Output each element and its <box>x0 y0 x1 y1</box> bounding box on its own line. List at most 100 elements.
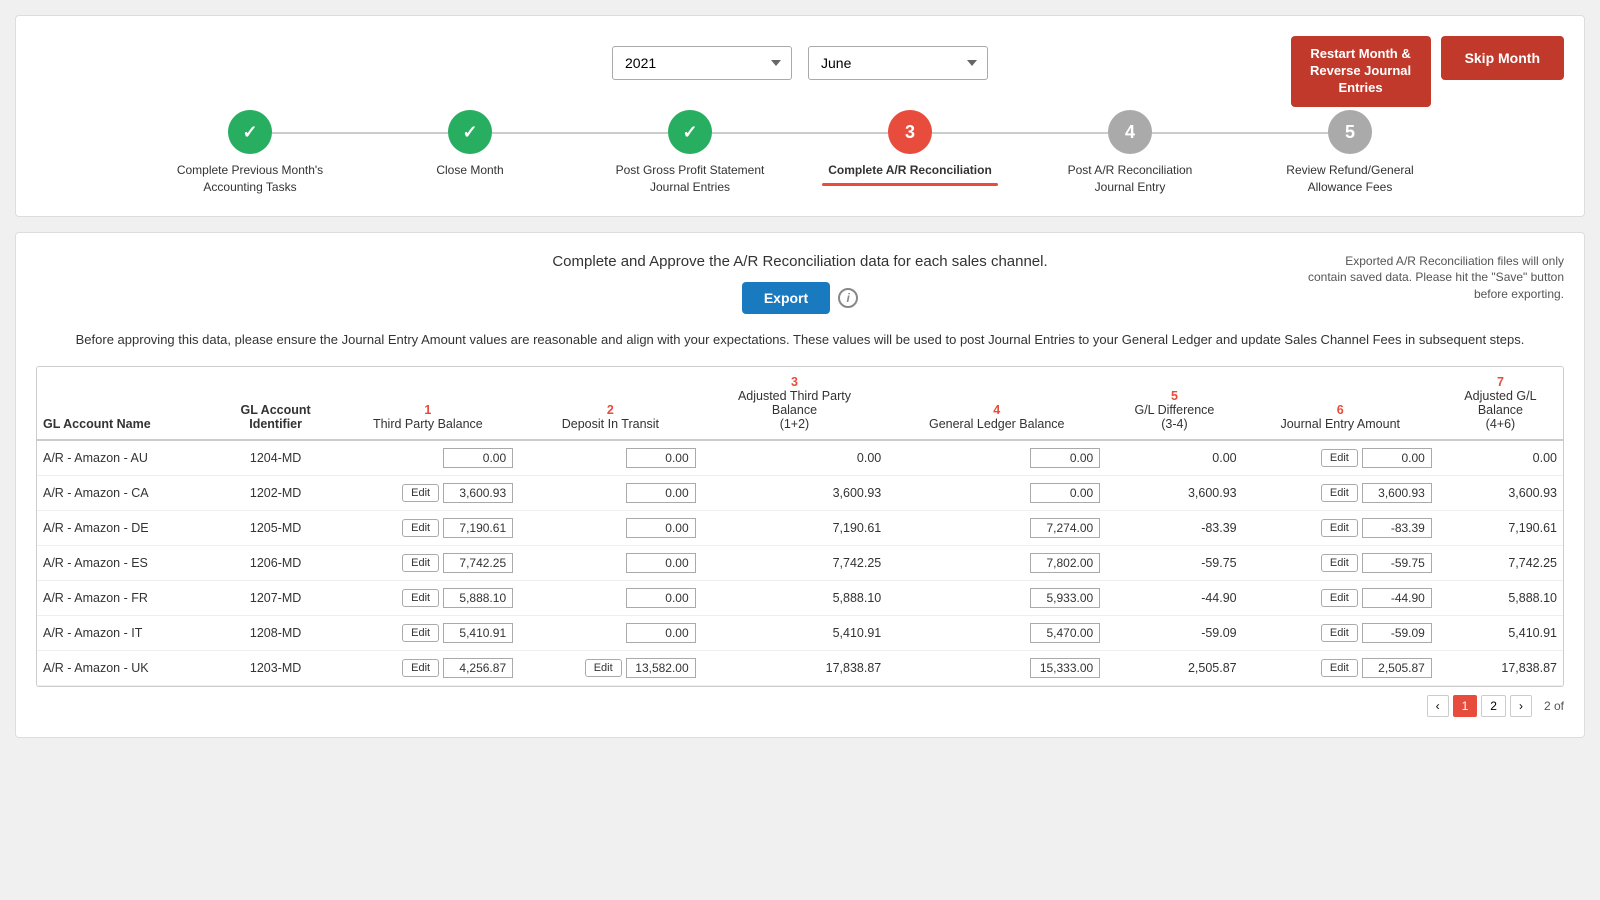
edit-journal-button[interactable]: Edit <box>1321 624 1358 642</box>
table-header-row: GL Account Name GL AccountIdentifier 1Th… <box>37 367 1563 440</box>
edit-third-party-button[interactable]: Edit <box>402 659 439 677</box>
cell-gl-account-id: 1204-MD <box>215 440 337 476</box>
cell-general-ledger-balance: 7,274.00 <box>887 511 1106 546</box>
third-party-value: 5,410.91 <box>443 623 513 643</box>
cell-adjusted-third-party: 7,190.61 <box>702 511 888 546</box>
outer-container: Restart Month & Reverse Journal Entries … <box>0 0 1600 753</box>
cell-general-ledger-balance: 5,933.00 <box>887 581 1106 616</box>
step-5-circle: 4 <box>1108 110 1152 154</box>
col-header-journal-entry: 6Journal Entry Amount <box>1243 367 1438 440</box>
edit-third-party-button[interactable]: Edit <box>402 624 439 642</box>
cell-adjusted-gl-balance: 0.00 <box>1438 440 1563 476</box>
cell-deposit-in-transit: 0.00 <box>519 616 702 651</box>
step-1-circle: ✓ <box>228 110 272 154</box>
edit-journal-button[interactable]: Edit <box>1321 519 1358 537</box>
cell-gl-account-id: 1207-MD <box>215 581 337 616</box>
edit-journal-button[interactable]: Edit <box>1321 554 1358 572</box>
main-description: Complete and Approve the A/R Reconciliat… <box>552 253 1047 270</box>
cell-general-ledger-balance: 0.00 <box>887 440 1106 476</box>
cell-gl-account-name: A/R - Amazon - ES <box>37 546 215 581</box>
month-select[interactable]: JanuaryFebruaryMarch AprilMay June JulyA… <box>808 46 988 80</box>
step-6-label: Review Refund/GeneralAllowance Fees <box>1286 162 1413 196</box>
third-party-value: 0.00 <box>443 448 513 468</box>
deposit-value: 0.00 <box>626 553 696 573</box>
cell-adjusted-gl-balance: 7,190.61 <box>1438 511 1563 546</box>
general-ledger-value: 0.00 <box>1030 448 1100 468</box>
main-header: Complete and Approve the A/R Reconciliat… <box>36 253 1564 314</box>
table-row: A/R - Amazon - AU1204-MD0.000.000.000.00… <box>37 440 1563 476</box>
third-party-value: 7,190.61 <box>443 518 513 538</box>
pagination-row: ‹ 1 2 › 2 of <box>36 695 1564 717</box>
col-header-deposit: 2Deposit In Transit <box>519 367 702 440</box>
cell-deposit-in-transit: 0.00 <box>519 511 702 546</box>
year-select[interactable]: 2019 2020 2021 2022 2023 <box>612 46 792 80</box>
step-1: ✓ Complete Previous Month'sAccounting Ta… <box>140 110 360 196</box>
edit-journal-button[interactable]: Edit <box>1321 589 1358 607</box>
cell-gl-difference: -44.90 <box>1106 581 1242 616</box>
cell-gl-difference: 0.00 <box>1106 440 1242 476</box>
skip-button[interactable]: Skip Month <box>1441 36 1564 80</box>
edit-third-party-button[interactable]: Edit <box>402 484 439 502</box>
edit-third-party-button[interactable]: Edit <box>402 589 439 607</box>
cell-adjusted-gl-balance: 17,838.87 <box>1438 651 1563 686</box>
cell-journal-entry-amount: Edit-59.75 <box>1243 546 1438 581</box>
edit-journal-button[interactable]: Edit <box>1321 449 1358 467</box>
edit-journal-button[interactable]: Edit <box>1321 484 1358 502</box>
step-4-underline <box>822 183 998 186</box>
main-card: Complete and Approve the A/R Reconciliat… <box>15 232 1585 739</box>
export-row: Export i <box>742 282 858 314</box>
info-icon[interactable]: i <box>838 288 858 308</box>
deposit-value: 13,582.00 <box>626 658 696 678</box>
top-card: Restart Month & Reverse Journal Entries … <box>15 15 1585 217</box>
steps-row: ✓ Complete Previous Month'sAccounting Ta… <box>36 110 1564 196</box>
deposit-value: 0.00 <box>626 483 696 503</box>
edit-journal-button[interactable]: Edit <box>1321 659 1358 677</box>
table-row: A/R - Amazon - UK1203-MDEdit4,256.87Edit… <box>37 651 1563 686</box>
general-ledger-value: 15,333.00 <box>1030 658 1100 678</box>
cell-general-ledger-balance: 15,333.00 <box>887 651 1106 686</box>
cell-deposit-in-transit: Edit13,582.00 <box>519 651 702 686</box>
cell-adjusted-gl-balance: 5,410.91 <box>1438 616 1563 651</box>
cell-general-ledger-balance: 7,802.00 <box>887 546 1106 581</box>
col-header-gl-difference: 5G/L Difference(3-4) <box>1106 367 1242 440</box>
third-party-value: 4,256.87 <box>443 658 513 678</box>
cell-gl-account-name: A/R - Amazon - DE <box>37 511 215 546</box>
table-body: A/R - Amazon - AU1204-MD0.000.000.000.00… <box>37 440 1563 686</box>
cell-third-party-balance: Edit5,410.91 <box>337 616 520 651</box>
cell-gl-difference: 3,600.93 <box>1106 476 1242 511</box>
general-ledger-value: 5,933.00 <box>1030 588 1100 608</box>
next-page-button[interactable]: › <box>1510 695 1532 717</box>
restart-button[interactable]: Restart Month & Reverse Journal Entries <box>1291 36 1431 107</box>
cell-gl-difference: -83.39 <box>1106 511 1242 546</box>
cell-deposit-in-transit: 0.00 <box>519 581 702 616</box>
step-2: ✓ Close Month <box>360 110 580 179</box>
step-4-label: Complete A/R Reconciliation <box>828 162 992 179</box>
cell-adjusted-third-party: 5,888.10 <box>702 581 888 616</box>
col-header-adjusted-third-party: 3Adjusted Third PartyBalance(1+2) <box>702 367 888 440</box>
table-row: A/R - Amazon - CA1202-MDEdit3,600.930.00… <box>37 476 1563 511</box>
page-2-button[interactable]: 2 <box>1481 695 1506 717</box>
prev-page-button[interactable]: ‹ <box>1427 695 1449 717</box>
step-1-label: Complete Previous Month'sAccounting Task… <box>177 162 323 196</box>
journal-entry-value: 0.00 <box>1362 448 1432 468</box>
table-row: A/R - Amazon - IT1208-MDEdit5,410.910.00… <box>37 616 1563 651</box>
step-2-label: Close Month <box>436 162 503 179</box>
cell-gl-difference: 2,505.87 <box>1106 651 1242 686</box>
third-party-value: 3,600.93 <box>443 483 513 503</box>
step-3-label: Post Gross Profit StatementJournal Entri… <box>616 162 765 196</box>
third-party-value: 5,888.10 <box>443 588 513 608</box>
edit-deposit-button[interactable]: Edit <box>585 659 622 677</box>
table-row: A/R - Amazon - FR1207-MDEdit5,888.100.00… <box>37 581 1563 616</box>
export-button[interactable]: Export <box>742 282 830 314</box>
cell-gl-account-id: 1202-MD <box>215 476 337 511</box>
edit-third-party-button[interactable]: Edit <box>402 554 439 572</box>
cell-adjusted-third-party: 7,742.25 <box>702 546 888 581</box>
cell-journal-entry-amount: Edit2,505.87 <box>1243 651 1438 686</box>
page-1-button[interactable]: 1 <box>1453 695 1478 717</box>
step-3: ✓ Post Gross Profit StatementJournal Ent… <box>580 110 800 196</box>
general-ledger-value: 0.00 <box>1030 483 1100 503</box>
general-ledger-value: 7,274.00 <box>1030 518 1100 538</box>
edit-third-party-button[interactable]: Edit <box>402 519 439 537</box>
cell-gl-account-id: 1203-MD <box>215 651 337 686</box>
cell-deposit-in-transit: 0.00 <box>519 546 702 581</box>
